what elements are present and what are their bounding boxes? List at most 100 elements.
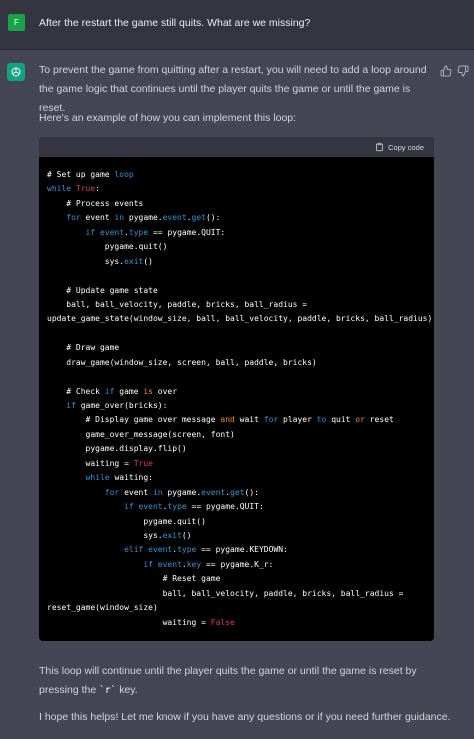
code-line: ball, ball_velocity, paddle, bricks, bal… [47, 298, 430, 312]
code-line: for event in pygame.event.get(): [47, 211, 430, 225]
code-token: True [75, 184, 96, 194]
code-token: if [66, 401, 76, 410]
code-token: if [104, 386, 115, 396]
code-token: pygame.quit() [47, 516, 206, 526]
code-token: is [143, 386, 153, 396]
code-line: waiting = False [47, 616, 430, 630]
code-token: type [177, 545, 197, 555]
code-token: sys. [47, 530, 163, 540]
code-token: loop [114, 170, 134, 179]
user-avatar: F [8, 14, 25, 31]
code-token: wait [234, 415, 264, 425]
code-token: # Draw game [47, 343, 120, 353]
code-line: while waiting: [47, 471, 430, 485]
code-token: game_over_message(screen, font) [47, 429, 235, 439]
code-token: while [85, 473, 110, 483]
assistant-closing-text: I hope this helps! Let me know if you ha… [39, 711, 451, 723]
code-line: game_over_message(screen, font) [47, 428, 430, 442]
code-token: type [167, 502, 187, 512]
code-token: exit [124, 256, 144, 266]
code-token: event [157, 559, 182, 569]
code-line: update_game_state(window_size, ball, bal… [47, 312, 433, 326]
assistant-outro-text: This loop will continue until the player… [39, 662, 439, 700]
code-token: game [114, 386, 144, 396]
code-token: : [95, 184, 101, 194]
code-token: draw_game(window_size, screen, ball, pad… [47, 357, 317, 367]
code-block: Copy code # Set up game loop while True: … [39, 137, 434, 641]
code-line: if event.key == pygame.K_r: [47, 558, 430, 572]
code-token: reset_game(window_size) [47, 603, 158, 613]
code-token: get [191, 213, 206, 223]
code-token: game_over(bricks): [75, 401, 168, 410]
code-token: event [119, 487, 153, 497]
code-token: exit [162, 530, 182, 540]
code-token: in [114, 213, 125, 223]
code-token: # Reset game [47, 574, 221, 584]
code-line: waiting = True [47, 457, 430, 471]
assistant-message-row: To prevent the game from quitting after … [0, 50, 474, 739]
code-block-header: Copy code [39, 137, 434, 157]
code-line: sys.exit() [47, 255, 430, 269]
code-token: == pygame.QUIT: [186, 502, 264, 512]
copy-code-button[interactable]: Copy code [375, 141, 424, 153]
code-token: == pygame.K_r: [201, 559, 274, 569]
code-token: in [152, 487, 163, 497]
code-line: pygame.quit() [47, 240, 430, 254]
code-token: to [316, 415, 327, 425]
code-token: (): [205, 213, 221, 223]
outro-key: `r` [99, 685, 117, 696]
user-message-text: After the restart the game still quits. … [39, 17, 311, 29]
openai-logo-icon [7, 63, 25, 81]
code-token: for [263, 415, 279, 425]
outro-end: key. [119, 684, 138, 696]
code-token: update_game_state(window_size, ball, bal… [47, 314, 433, 324]
code-token: over [152, 386, 178, 396]
code-token: True [133, 458, 153, 468]
code-token: if [143, 559, 153, 569]
code-token: reset [364, 415, 394, 425]
code-token: False [210, 617, 235, 627]
code-line: for event in pygame.event.get(): [47, 486, 430, 500]
code-token: player [278, 415, 317, 425]
code-token: or [355, 415, 365, 425]
code-token: event [201, 487, 226, 497]
code-token: key [186, 559, 202, 569]
code-token: () [181, 530, 192, 540]
code-token: # Check [47, 386, 105, 396]
code-token: if [85, 227, 96, 237]
thumbs-up-icon[interactable] [440, 64, 452, 77]
code-body: # Set up game loop while True: # Process … [47, 168, 433, 630]
code-line: reset_game(window_size) [47, 601, 430, 615]
outro-sentence: This loop will continue until the player… [39, 665, 417, 696]
code-token: # Update game state [47, 285, 158, 295]
code-line: # Update game state [47, 284, 430, 298]
code-token: pygame.quit() [47, 242, 168, 252]
code-token: and [220, 415, 235, 425]
code-token: event [100, 227, 125, 237]
code-token: sys. [47, 256, 125, 266]
code-line: ball, ball_velocity, paddle, bricks, bal… [47, 587, 430, 601]
code-token: quit [326, 415, 356, 425]
code-token: waiting = [47, 617, 211, 627]
code-line: while True: [47, 182, 430, 196]
code-token: # Process events [47, 198, 144, 208]
code-token: == pygame.QUIT: [148, 227, 226, 237]
code-token: for [66, 213, 81, 223]
code-token: == pygame.KEYDOWN: [196, 545, 288, 555]
code-token: (): [244, 487, 259, 497]
code-token: event [138, 502, 163, 512]
code-line: draw_game(window_size, screen, ball, pad… [47, 356, 430, 370]
thumbs-down-icon[interactable] [457, 64, 469, 77]
code-token: event [80, 213, 115, 223]
code-line: sys.exit() [47, 529, 430, 543]
code-token: type [128, 227, 149, 237]
code-line: if game_over(bricks): [47, 399, 430, 413]
